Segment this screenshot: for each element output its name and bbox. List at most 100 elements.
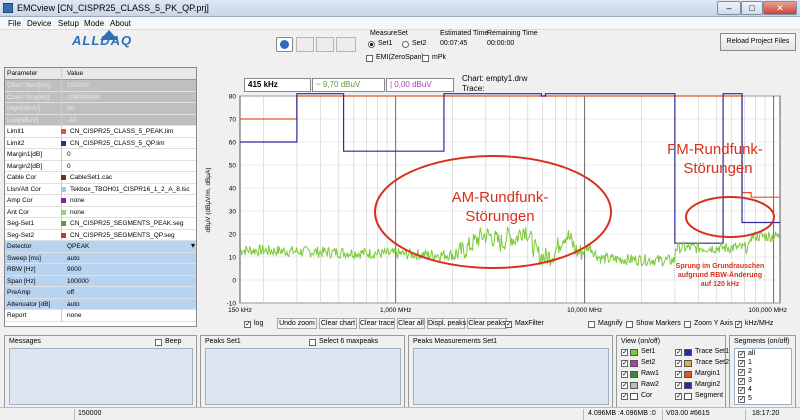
parameter-row[interactable]: Report none xyxy=(5,310,196,322)
parameter-row[interactable]: Ant Cor none xyxy=(5,206,196,219)
close-button[interactable]: ✕ xyxy=(763,1,797,15)
parameter-row[interactable]: Limit1 CN_CISPR25_CLASS_5_PEAK.lim xyxy=(5,126,196,138)
view-checkbox[interactable]: ✓ xyxy=(621,371,628,378)
magnify-checkbox[interactable] xyxy=(588,321,595,328)
peaks-measurements-list[interactable] xyxy=(413,348,609,405)
parameter-name: High[dBuV] xyxy=(7,105,40,112)
parameter-row[interactable]: Sweep [ms] auto xyxy=(5,252,196,265)
segment-checkbox[interactable]: ✓ xyxy=(738,369,745,376)
view-color-swatch xyxy=(684,349,692,356)
beep-checkbox[interactable] xyxy=(155,339,162,346)
show-markers-checkbox[interactable] xyxy=(626,321,633,328)
step-button[interactable] xyxy=(336,37,356,52)
view-item-label: Set2 xyxy=(641,359,656,366)
menu-setup[interactable]: Setup xyxy=(58,19,79,28)
emi-zerospan-checkbox[interactable] xyxy=(366,55,373,62)
menu-about[interactable]: About xyxy=(110,19,131,28)
parameter-row[interactable]: Detector QPEAK ▾ xyxy=(5,241,196,253)
parameter-row[interactable]: Cable Cor CableSet1.cac xyxy=(5,172,196,184)
view-checkbox[interactable]: ✓ xyxy=(675,360,682,367)
parameter-row[interactable]: High[dBuV] 80 xyxy=(5,103,196,115)
peaks-panel: Peaks Set1 Select 6 maxpeaks xyxy=(200,335,405,408)
view-checkbox[interactable]: ✓ xyxy=(675,393,682,400)
select-maxpeaks-checkbox[interactable] xyxy=(309,339,316,346)
parameter-value: off xyxy=(67,289,75,296)
status-memory: 4.096MB :4.096MB :0 xyxy=(588,410,656,417)
mpk-checkbox[interactable] xyxy=(422,55,429,62)
peaks-list[interactable] xyxy=(205,348,401,405)
parameter-row[interactable]: Seg-Set1 CN_CISPR25_SEGMENTS_PEAK.seg xyxy=(5,218,196,230)
pause-button[interactable] xyxy=(296,37,314,52)
set1-radio[interactable] xyxy=(368,41,375,48)
zoom-y-axis-checkbox[interactable] xyxy=(684,321,691,328)
maxfilter-label: MaxFilter xyxy=(515,320,544,327)
parameter-row[interactable]: Attenuator [dB] auto xyxy=(5,298,196,311)
parameter-row[interactable]: Chart Stop[Hz] 108000000 xyxy=(5,91,196,104)
segment-checkbox[interactable]: ✓ xyxy=(738,396,745,403)
reload-project-files-button[interactable]: Reload Project Files xyxy=(720,33,796,51)
segment-checkbox[interactable]: ✓ xyxy=(738,360,745,367)
khz-mhz-checkbox[interactable]: ✓ xyxy=(735,321,742,328)
undo-zoom-button[interactable]: Undo zoom xyxy=(277,318,317,329)
view-color-swatch xyxy=(630,349,638,356)
messages-list[interactable] xyxy=(9,348,193,405)
parameter-row[interactable]: Low[dBuV] -10 xyxy=(5,114,196,127)
parameter-value: 80 xyxy=(67,105,75,112)
view-checkbox[interactable]: ✓ xyxy=(621,393,628,400)
y-axis-label: dBµV (dBµV/m, dBµA) xyxy=(205,167,212,232)
clear-trace-button[interactable]: Clear trace xyxy=(359,318,395,329)
parameter-name: Sweep [ms] xyxy=(7,254,41,262)
log-checkbox[interactable]: ✓ xyxy=(244,321,251,328)
x-tick-label: 150 kHz xyxy=(228,307,252,314)
maximize-button[interactable]: □ xyxy=(741,1,763,15)
view-checkbox[interactable]: ✓ xyxy=(675,382,682,389)
chevron-down-icon[interactable]: ▾ xyxy=(191,241,195,250)
parameter-value: none xyxy=(67,312,82,319)
parameter-row[interactable]: Chart Start[Hz] 150000 xyxy=(5,80,196,92)
minimize-button[interactable]: – xyxy=(717,1,741,15)
clear-all-button[interactable]: Clear all xyxy=(397,318,425,329)
view-color-swatch xyxy=(684,393,692,400)
parameter-row[interactable]: Margin2[dB] 0 xyxy=(5,160,196,173)
view-item-label: Set1 xyxy=(641,348,656,355)
parameter-row[interactable]: Margin1[dB] 0 xyxy=(5,149,196,161)
parameter-table: Parameter Value Chart Start[Hz] 150000 Cha… xyxy=(4,67,197,327)
view-checkbox[interactable]: ✓ xyxy=(621,349,628,356)
parameter-row[interactable]: RBW [Hz] 9000 xyxy=(5,264,196,276)
segments-list[interactable]: ✓ all ✓ 1 ✓ 2 ✓ 3 ✓ 4 ✓ 5 xyxy=(734,348,792,405)
parameter-value: CableSet1.cac xyxy=(70,174,113,181)
view-item-label: Cor xyxy=(641,392,653,399)
start-measurement-button[interactable] xyxy=(276,37,293,52)
view-checkbox[interactable]: ✓ xyxy=(621,360,628,367)
stop-button[interactable] xyxy=(316,37,334,52)
parameter-row[interactable]: Amp Cor none xyxy=(5,195,196,207)
menu-mode[interactable]: Mode xyxy=(84,19,104,28)
menu-device[interactable]: Device xyxy=(27,19,51,28)
log-label: log xyxy=(254,320,264,327)
segment-checkbox[interactable]: ✓ xyxy=(738,387,745,394)
brand-logo: ALLDAQ xyxy=(72,33,133,48)
x-tick-label: 10,000 MHz xyxy=(567,307,602,314)
parameter-row[interactable]: Seg-Set2 CN_CISPR25_SEGMENTS_QP.seg xyxy=(5,229,196,242)
parameter-row[interactable]: Limit2 CN_CISPR25_CLASS_5_QP.lim xyxy=(5,137,196,150)
clear-chart-button[interactable]: Clear chart xyxy=(319,318,357,329)
view-checkbox[interactable]: ✓ xyxy=(621,382,628,389)
spectrum-chart[interactable]: 80706050403020100-10 150 kHz 1,000 MHz 10,… xyxy=(200,92,800,324)
view-checkbox[interactable]: ✓ xyxy=(675,371,682,378)
parameter-row[interactable]: Span [Hz] 100000 xyxy=(5,275,196,288)
segment-checkbox[interactable]: ✓ xyxy=(738,351,745,358)
maxfilter-checkbox[interactable]: ✓ xyxy=(505,321,512,328)
y-tick-label: 50 xyxy=(229,163,237,170)
view-checkbox[interactable]: ✓ xyxy=(675,349,682,356)
menu-file[interactable]: File xyxy=(8,19,21,28)
parameter-value: auto xyxy=(67,254,80,262)
khz-mhz-label: kHz/MHz xyxy=(745,320,774,327)
display-peaks-button[interactable]: Displ. peaks xyxy=(427,318,466,329)
segment-checkbox[interactable]: ✓ xyxy=(738,378,745,385)
parameter-name: Report xyxy=(7,312,27,319)
clear-peaks-button[interactable]: Clear peaks xyxy=(467,318,507,329)
parameter-name: Ant Cor xyxy=(7,208,30,216)
parameter-row[interactable]: Lisn/Att Cor Tekbox_TBOH01_CISPR16_1_2_A_… xyxy=(5,183,196,196)
parameter-row[interactable]: PreAmp off xyxy=(5,287,196,299)
set2-radio[interactable] xyxy=(402,41,409,48)
